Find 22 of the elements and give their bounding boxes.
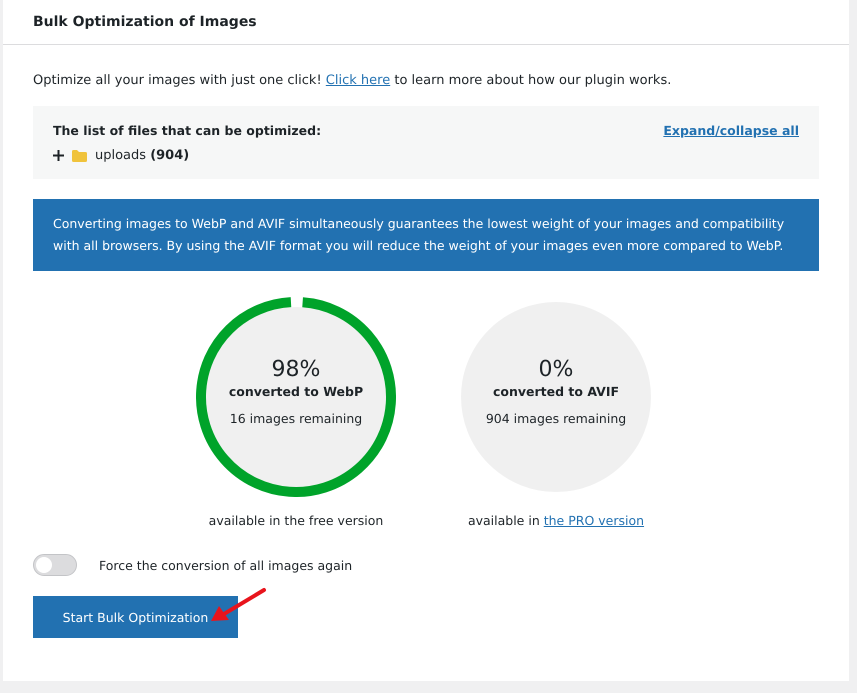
info-notice: Converting images to WebP and AVIF simultaneously guarantees the lowest weight of your images and compatibility with all browsers. By using the AVIF format you will reduce the weight of your images even more compared to WebP.	[33, 199, 819, 271]
conversion-label: converted to WebP	[228, 384, 364, 398]
plus-icon[interactable]	[53, 150, 64, 161]
force-toggle-label: Force the conversion of all images again	[99, 558, 352, 572]
pro-version-link[interactable]: the PRO version	[544, 513, 644, 528]
percent-value: 98%	[272, 356, 320, 382]
start-optimization-button[interactable]: Start Bulk Optimization	[33, 596, 238, 638]
force-toggle[interactable]	[33, 554, 77, 576]
availability-text: available in the free version	[208, 513, 384, 528]
remaining-count: 904 images remaining	[486, 410, 626, 426]
panel-title: Bulk Optimization of Images	[33, 14, 257, 30]
conversion-label: converted to AVIF	[492, 384, 620, 398]
percent-value: 0%	[538, 356, 574, 382]
availability-text: available in the PRO version	[468, 513, 644, 528]
learn-more-link[interactable]: Click here	[326, 73, 390, 88]
file-list-title: The list of files that can be optimized:	[53, 123, 322, 138]
folder-name[interactable]: uploads (904)	[95, 148, 190, 163]
expand-collapse-link[interactable]: Expand/collapse all	[663, 123, 799, 138]
remaining-count: 16 images remaining	[230, 410, 362, 426]
arrow-annotation	[211, 588, 266, 621]
intro-text: Optimize all your images with just one click! Click here to learn more about how our plugin works.	[33, 72, 672, 90]
folder-icon	[72, 150, 87, 162]
